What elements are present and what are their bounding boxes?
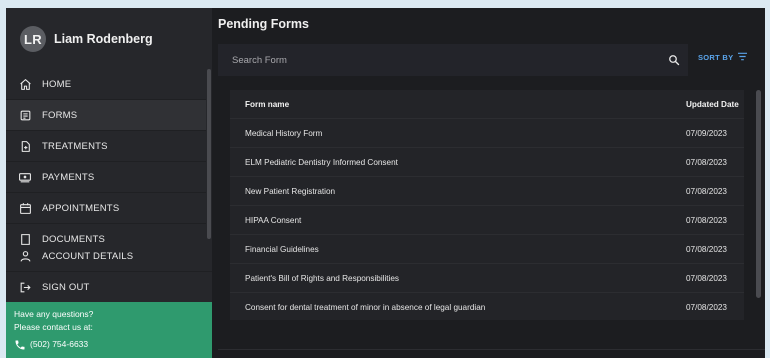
page-title: Pending Forms <box>218 17 309 31</box>
sidebar-item-forms[interactable]: FORMS <box>6 100 206 131</box>
sidebar-item-label: APPOINTMENTS <box>42 202 120 214</box>
table-row[interactable]: Consent for dental treatment of minor in… <box>230 293 744 320</box>
table-row[interactable]: Patient's Bill of Rights and Responsibil… <box>230 264 744 293</box>
sidebar-item-label: PAYMENTS <box>42 171 95 183</box>
person-icon <box>18 249 32 263</box>
form-name-cell: HIPAA Consent <box>245 215 302 225</box>
sidebar-bottom-nav: ACCOUNT DETAILS SIGN OUT <box>6 241 212 303</box>
table-row[interactable]: HIPAA Consent 07/08/2023 <box>230 206 744 235</box>
user-profile[interactable]: LR Liam Rodenberg <box>20 26 153 52</box>
column-header-form-name[interactable]: Form name <box>245 100 289 109</box>
search-bar <box>218 44 688 76</box>
updated-date-cell: 07/08/2023 <box>686 186 727 196</box>
updated-date-cell: 07/08/2023 <box>686 303 727 312</box>
form-name-cell: New Patient Registration <box>245 186 336 196</box>
sidebar-item-label: HOME <box>42 78 72 90</box>
contact-phone-number: (502) 754-6633 <box>30 339 89 349</box>
sidebar-item-home[interactable]: HOME <box>6 69 206 100</box>
contact-instruction: Please contact us at: <box>14 322 93 332</box>
payment-icon <box>18 170 32 184</box>
form-name-cell: Consent for dental treatment of minor in… <box>245 303 486 312</box>
sidebar-item-label: TREATMENTS <box>42 140 108 152</box>
sort-by-label: SORT BY <box>698 53 734 62</box>
sign-out-icon <box>18 280 32 294</box>
updated-date-cell: 07/08/2023 <box>686 244 727 254</box>
sort-by-button[interactable]: SORT BY <box>698 52 748 63</box>
sidebar: LR Liam Rodenberg HOME FORMS TREATMENTS … <box>6 8 212 358</box>
app-window: LR Liam Rodenberg HOME FORMS TREATMENTS … <box>6 8 765 358</box>
treatment-icon <box>18 139 32 153</box>
updated-date-cell: 07/08/2023 <box>686 215 727 225</box>
sidebar-item-label: ACCOUNT DETAILS <box>42 250 134 262</box>
form-name-cell: Medical History Form <box>245 128 323 138</box>
form-name-cell: Patient's Bill of Rights and Responsibil… <box>245 273 400 283</box>
search-input[interactable] <box>218 53 660 67</box>
sidebar-item-account-details[interactable]: ACCOUNT DETAILS <box>6 241 212 272</box>
table-header-row: Form name Updated Date <box>230 90 744 119</box>
contact-question: Have any questions? <box>14 309 94 319</box>
form-icon <box>18 108 32 122</box>
main-content: Pending Forms SORT BY Form name Updated … <box>212 8 765 358</box>
column-header-updated-date[interactable]: Updated Date <box>686 100 739 109</box>
avatar: LR <box>20 26 46 52</box>
updated-date-cell: 07/09/2023 <box>686 128 727 138</box>
sidebar-item-label: SIGN OUT <box>42 281 90 293</box>
table-row[interactable]: New Patient Registration 07/08/2023 <box>230 177 744 206</box>
table-row[interactable]: ELM Pediatric Dentistry Informed Consent… <box>230 148 744 177</box>
sidebar-item-label: FORMS <box>42 109 78 121</box>
updated-date-cell: 07/08/2023 <box>686 157 727 167</box>
sidebar-scrollbar[interactable] <box>207 69 211 239</box>
updated-date-cell: 07/08/2023 <box>686 273 727 283</box>
contact-phone-link[interactable]: (502) 754-6633 <box>14 338 212 351</box>
contact-panel: Have any questions? Please contact us at… <box>6 302 212 358</box>
form-name-cell: Financial Guidelines <box>245 244 319 254</box>
sidebar-item-sign-out[interactable]: SIGN OUT <box>6 272 212 303</box>
forms-table: Form name Updated Date Medical History F… <box>230 90 744 320</box>
sidebar-item-payments[interactable]: PAYMENTS <box>6 162 206 193</box>
divider <box>218 349 765 350</box>
sort-icon <box>737 52 748 63</box>
table-row[interactable]: Medical History Form 07/09/2023 <box>230 119 744 148</box>
table-row[interactable]: Financial Guidelines 07/08/2023 <box>230 235 744 264</box>
phone-icon <box>14 339 26 351</box>
home-icon <box>18 77 32 91</box>
user-name: Liam Rodenberg <box>54 32 153 46</box>
calendar-icon <box>18 201 32 215</box>
sidebar-item-treatments[interactable]: TREATMENTS <box>6 131 206 162</box>
search-icon[interactable] <box>660 46 688 74</box>
table-scrollbar[interactable] <box>756 90 761 298</box>
form-name-cell: ELM Pediatric Dentistry Informed Consent <box>245 157 398 167</box>
sidebar-item-appointments[interactable]: APPOINTMENTS <box>6 193 206 224</box>
sidebar-nav: HOME FORMS TREATMENTS PAYMENTS APPOINTME… <box>6 69 206 247</box>
